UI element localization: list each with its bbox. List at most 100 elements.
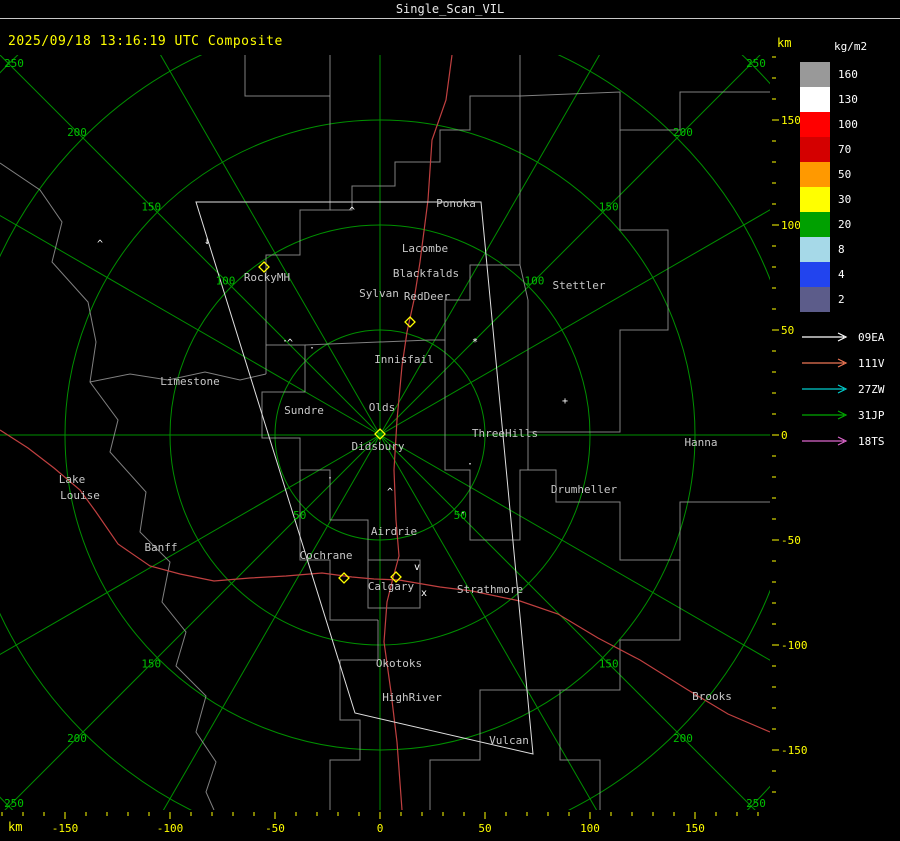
svg-text:ThreeHills: ThreeHills bbox=[472, 427, 538, 440]
svg-text:*: * bbox=[472, 337, 478, 348]
legend-value: 160 bbox=[838, 68, 858, 81]
legend-swatch-30 bbox=[800, 187, 830, 212]
svg-text:Airdrie: Airdrie bbox=[371, 525, 417, 538]
station-id: 18TS bbox=[858, 434, 885, 448]
legend-value: 20 bbox=[838, 218, 852, 231]
svg-text:-150: -150 bbox=[781, 744, 808, 757]
svg-text:^: ^ bbox=[387, 487, 393, 498]
range-rings bbox=[0, 55, 770, 810]
svg-text:50: 50 bbox=[478, 822, 491, 835]
svg-text:Ponoka: Ponoka bbox=[436, 197, 476, 210]
station-row: 111V bbox=[800, 350, 900, 376]
station-arrow-icon bbox=[802, 358, 848, 368]
legend-swatch-8 bbox=[800, 237, 830, 262]
axis-labels: -150 -100 -50 0 50 100 150 150 100 50 0 -50 -100 -150 bbox=[52, 114, 808, 835]
legend-entry: 2 bbox=[800, 287, 900, 312]
svg-text:-100: -100 bbox=[781, 639, 808, 652]
legend-swatch-100 bbox=[800, 112, 830, 137]
legend-value: 100 bbox=[838, 118, 858, 131]
svg-text:-100: -100 bbox=[157, 822, 184, 835]
station-id: 111V bbox=[858, 356, 885, 370]
svg-text:200: 200 bbox=[67, 126, 87, 139]
svg-text:150: 150 bbox=[599, 200, 619, 213]
svg-text:Lake: Lake bbox=[59, 473, 86, 486]
svg-text:^: ^ bbox=[97, 239, 103, 250]
legend-panel: kg/m2 160 130 100 70 50 30 20 8 4 2 09EA 111V 27ZW 3… bbox=[800, 40, 900, 454]
legend-value: 70 bbox=[838, 143, 852, 156]
svg-text:200: 200 bbox=[673, 732, 693, 745]
station-id: 31JP bbox=[858, 408, 885, 422]
legend-swatch-4 bbox=[800, 262, 830, 287]
legend-swatch-50 bbox=[800, 162, 830, 187]
svg-text:250: 250 bbox=[4, 797, 24, 810]
svg-text:·: · bbox=[309, 343, 315, 354]
svg-text:Sundre: Sundre bbox=[284, 404, 324, 417]
legend-swatch-70 bbox=[800, 137, 830, 162]
svg-text:+: + bbox=[562, 396, 568, 407]
svg-text:50: 50 bbox=[781, 324, 794, 337]
legend-entries: 160 130 100 70 50 30 20 8 4 2 bbox=[800, 62, 900, 312]
map-area: 50 50100 100150 150150 150200 200200 200250 250… bbox=[0, 55, 770, 810]
svg-text:Calgary: Calgary bbox=[368, 580, 415, 593]
svg-text:Limestone: Limestone bbox=[160, 375, 220, 388]
svg-text:100: 100 bbox=[525, 275, 545, 288]
legend-entry: 70 bbox=[800, 137, 900, 162]
radar-map[interactable]: 50 50100 100150 150150 150200 200200 200250 250… bbox=[0, 0, 900, 841]
svg-text:Vulcan: Vulcan bbox=[489, 734, 529, 747]
legend-swatch-20 bbox=[800, 212, 830, 237]
svg-text:200: 200 bbox=[673, 126, 693, 139]
svg-text:Strathmore: Strathmore bbox=[457, 583, 523, 596]
legend-unit-label: kg/m2 bbox=[834, 40, 868, 53]
svg-text:RedDeer: RedDeer bbox=[404, 290, 451, 303]
svg-text:x: x bbox=[421, 588, 427, 599]
station-list: 09EA 111V 27ZW 31JP 18TS bbox=[800, 324, 900, 454]
svg-text:↓: ↓ bbox=[204, 236, 210, 247]
svg-text:Cochrane: Cochrane bbox=[300, 549, 353, 562]
svg-text:v: v bbox=[414, 562, 420, 573]
svg-text:Blackfalds: Blackfalds bbox=[393, 267, 459, 280]
svg-text:-50: -50 bbox=[781, 534, 801, 547]
svg-text:Stettler: Stettler bbox=[553, 279, 606, 292]
legend-value: 30 bbox=[838, 193, 852, 206]
svg-text:Olds: Olds bbox=[369, 401, 396, 414]
radar-app: { "header": { "title": "Single_Scan_VIL"… bbox=[0, 0, 900, 841]
station-row: 31JP bbox=[800, 402, 900, 428]
svg-text:Louise: Louise bbox=[60, 489, 100, 502]
svg-text:Lacombe: Lacombe bbox=[402, 242, 448, 255]
axis-ticks bbox=[1, 56, 779, 819]
station-row: 09EA bbox=[800, 324, 900, 350]
station-id: 27ZW bbox=[858, 382, 885, 396]
station-row: 27ZW bbox=[800, 376, 900, 402]
legend-value: 130 bbox=[838, 93, 858, 106]
svg-text:HighRiver: HighRiver bbox=[382, 691, 442, 704]
svg-text:100: 100 bbox=[781, 219, 801, 232]
legend-value: 2 bbox=[838, 293, 845, 306]
station-arrow-icon bbox=[802, 384, 848, 394]
legend-value: 4 bbox=[838, 268, 845, 281]
legend-entry: 8 bbox=[800, 237, 900, 262]
legend-swatch-160 bbox=[800, 62, 830, 87]
svg-text:-150: -150 bbox=[52, 822, 79, 835]
svg-text:·: · bbox=[460, 508, 466, 519]
station-arrow-icon bbox=[802, 436, 848, 446]
svg-text:Brooks: Brooks bbox=[692, 690, 732, 703]
legend-entry: 30 bbox=[800, 187, 900, 212]
svg-text:150: 150 bbox=[599, 658, 619, 671]
svg-text:50: 50 bbox=[293, 509, 306, 522]
svg-text:250: 250 bbox=[746, 797, 766, 810]
svg-text:-50: -50 bbox=[265, 822, 285, 835]
legend-entry: 20 bbox=[800, 212, 900, 237]
svg-text:150: 150 bbox=[141, 658, 161, 671]
svg-text:Hanna: Hanna bbox=[684, 436, 717, 449]
svg-text:100: 100 bbox=[580, 822, 600, 835]
svg-text:RockyMH: RockyMH bbox=[244, 271, 290, 284]
svg-text:^: ^ bbox=[349, 206, 355, 217]
svg-text:150: 150 bbox=[781, 114, 801, 127]
svg-text:Okotoks: Okotoks bbox=[376, 657, 422, 670]
svg-text:250: 250 bbox=[746, 57, 766, 70]
legend-value: 8 bbox=[838, 243, 845, 256]
svg-text:250: 250 bbox=[4, 57, 24, 70]
svg-text:150: 150 bbox=[141, 200, 161, 213]
svg-text:100: 100 bbox=[216, 275, 236, 288]
svg-text:Innisfail: Innisfail bbox=[374, 353, 434, 366]
